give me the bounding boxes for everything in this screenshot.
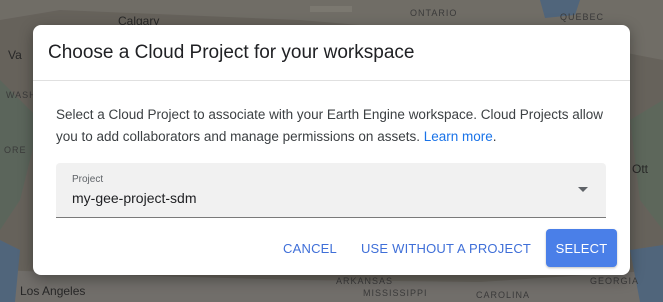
cancel-button[interactable]: CANCEL	[276, 229, 344, 267]
choose-project-dialog: Choose a Cloud Project for your workspac…	[33, 25, 630, 275]
project-field-value: my-gee-project-sdm	[72, 190, 197, 206]
dialog-body-end: .	[492, 129, 497, 144]
dialog-title: Choose a Cloud Project for your workspac…	[48, 42, 415, 63]
project-field-label: Project	[72, 174, 104, 185]
use-without-project-button[interactable]: USE WITHOUT A PROJECT	[355, 229, 537, 267]
dropdown-arrow-icon[interactable]	[578, 187, 588, 192]
dialog-body-text: Select a Cloud Project to associate with…	[56, 107, 604, 144]
title-divider	[33, 80, 630, 81]
learn-more-link[interactable]: Learn more	[424, 129, 493, 144]
project-select[interactable]: Project my-gee-project-sdm	[56, 163, 606, 218]
select-button[interactable]: SELECT	[546, 229, 617, 267]
dialog-body: Select a Cloud Project to associate with…	[56, 104, 616, 148]
